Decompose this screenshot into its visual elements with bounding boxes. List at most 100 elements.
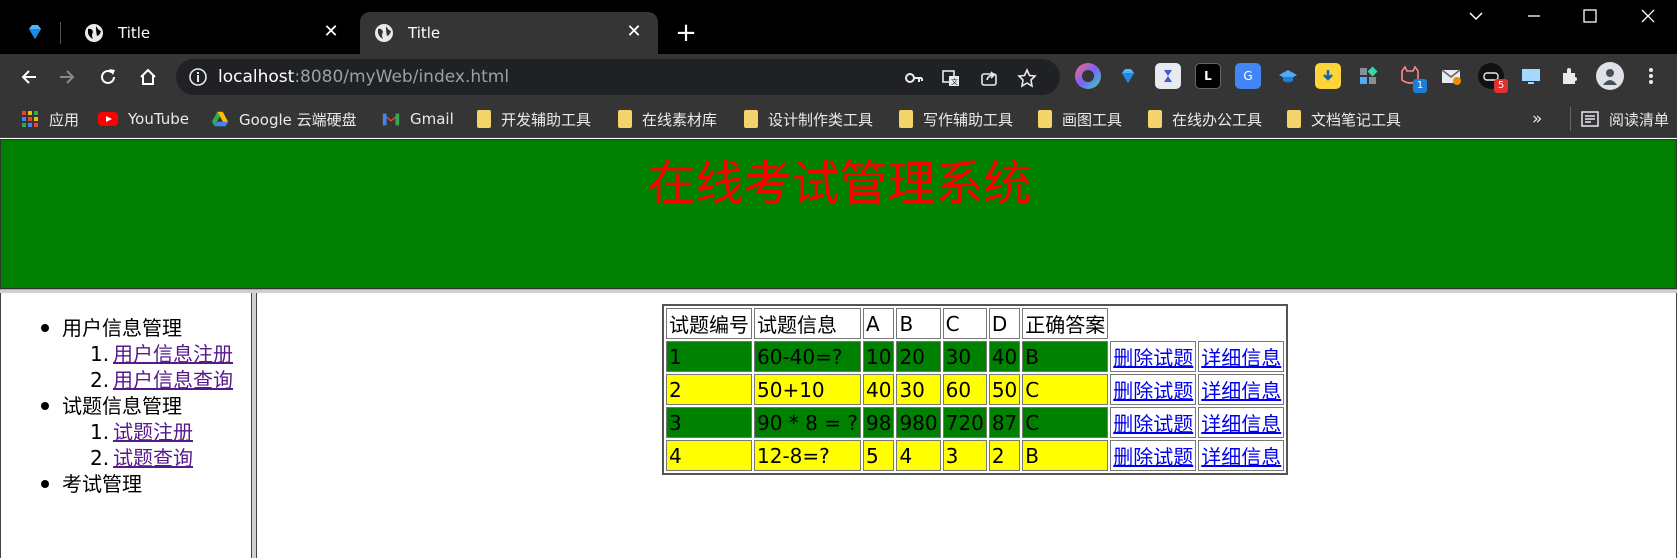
info-icon[interactable]: [188, 67, 208, 87]
user-query-link[interactable]: 用户信息查询: [113, 368, 233, 392]
reading-list-icon: [1581, 111, 1599, 127]
cell-info: 60-40=?: [754, 341, 861, 372]
l-extension-icon[interactable]: L: [1195, 63, 1221, 89]
color-ring-extension-icon[interactable]: [1075, 63, 1101, 89]
table-row: 4 12-8=? 5 4 3 2 B 删除试题 详细信息: [666, 440, 1285, 471]
cell-option-b: 30: [896, 374, 941, 405]
notification-badge: 1: [1413, 79, 1427, 93]
new-tab-button[interactable]: +: [672, 20, 700, 48]
cell-info: 50+10: [754, 374, 861, 405]
cell-option-d: 40: [988, 341, 1021, 372]
bookmark-apps[interactable]: 应用: [21, 107, 79, 131]
bookmark-folder-materials[interactable]: 在线素材库: [618, 107, 717, 131]
table-row: 3 90 * 8 = ? 98 980 720 87 C 删除试题 详细信息: [666, 407, 1285, 438]
cell-option-d: 87: [988, 407, 1021, 438]
bookmark-folder-writing[interactable]: 写作辅助工具: [899, 107, 1013, 131]
download-extension-icon[interactable]: [1315, 63, 1341, 89]
column-header: C: [942, 308, 987, 339]
cell-detail: 详细信息: [1198, 440, 1285, 471]
bookmark-gmail[interactable]: Gmail: [382, 107, 454, 131]
cat-extension-icon[interactable]: 1: [1397, 63, 1427, 93]
bookmark-google-drive[interactable]: Google 云端硬盘: [211, 107, 357, 131]
question-register-link[interactable]: 试题注册: [113, 420, 193, 444]
tab-search-chevron-icon[interactable]: [1456, 8, 1496, 32]
tab-title: Title: [118, 24, 151, 42]
list-number: 1.: [90, 342, 110, 366]
menu-item-user-register: 1. 用户信息注册: [41, 341, 233, 367]
delete-question-link[interactable]: 删除试题: [1113, 412, 1193, 436]
tab-title: Title: [408, 24, 441, 42]
google-translate-extension-icon[interactable]: G: [1235, 63, 1261, 89]
user-register-link[interactable]: 用户信息注册: [113, 342, 233, 366]
question-detail-link[interactable]: 详细信息: [1201, 346, 1281, 370]
delete-question-link[interactable]: 删除试题: [1113, 445, 1193, 469]
bookmark-star-icon[interactable]: [1016, 67, 1038, 89]
translate-icon[interactable]: 文: [940, 67, 962, 89]
table-row: 1 60-40=? 10 20 30 40 B 删除试题 详细信息: [666, 341, 1285, 372]
bookmarks-more-button[interactable]: »: [1532, 107, 1542, 131]
bookmark-label: 文档笔记工具: [1311, 110, 1402, 129]
back-button[interactable]: [14, 62, 44, 92]
close-tab-icon[interactable]: ✕: [624, 22, 644, 42]
forward-button[interactable]: [52, 62, 82, 92]
bookmark-folder-notes[interactable]: 文档笔记工具: [1287, 107, 1401, 131]
delete-question-link[interactable]: 删除试题: [1113, 379, 1193, 403]
blocks-extension-icon[interactable]: [1355, 63, 1381, 89]
profile-avatar[interactable]: [1596, 62, 1624, 90]
bookmark-youtube[interactable]: YouTube: [98, 107, 189, 131]
cell-answer: C: [1022, 374, 1109, 405]
delete-question-link[interactable]: 删除试题: [1113, 346, 1193, 370]
hourglass-extension-icon[interactable]: [1155, 63, 1181, 89]
close-window-button[interactable]: [1628, 8, 1668, 32]
puzzle-extensions-icon[interactable]: [1557, 63, 1583, 89]
cell-option-d: 2: [988, 440, 1021, 471]
key-icon[interactable]: [903, 67, 925, 89]
page-header-frame: 在线考试管理系统: [0, 139, 1677, 289]
cell-delete: 删除试题: [1110, 341, 1197, 372]
reading-list-button[interactable]: 阅读清单: [1570, 107, 1669, 131]
bookmark-folder-design[interactable]: 设计制作类工具: [744, 107, 873, 131]
left-menu-frame: 用户信息管理 1. 用户信息注册 2. 用户信息查询 试题信息管理 1. 试题注…: [0, 293, 252, 558]
pinned-tab[interactable]: [18, 20, 52, 44]
folder-icon: [1287, 110, 1301, 128]
list-number: 1.: [90, 420, 110, 444]
screen-extension-icon[interactable]: [1518, 63, 1544, 89]
graduation-cap-extension-icon[interactable]: [1275, 63, 1301, 89]
url-text[interactable]: localhost:8080/myWeb/index.html: [218, 67, 509, 87]
bookmark-label: 设计制作类工具: [768, 110, 874, 129]
mail-extension-icon[interactable]: [1438, 63, 1464, 89]
gem-extension-icon[interactable]: [1115, 63, 1141, 89]
minimize-button[interactable]: [1514, 8, 1554, 32]
share-icon[interactable]: [978, 67, 1000, 89]
gmail-icon: [382, 113, 400, 126]
question-detail-link[interactable]: 详细信息: [1201, 379, 1281, 403]
list-number: 2.: [90, 446, 110, 470]
question-detail-link[interactable]: 详细信息: [1201, 445, 1281, 469]
column-header: 试题编号: [666, 308, 752, 339]
address-bar[interactable]: localhost:8080/myWeb/index.html 文: [176, 59, 1060, 95]
tab-1[interactable]: Title ✕: [70, 12, 355, 54]
home-button[interactable]: [133, 62, 163, 92]
bookmark-label: 开发辅助工具: [501, 110, 592, 129]
cell-option-a: 40: [862, 374, 895, 405]
column-header: D: [988, 308, 1021, 339]
more-menu-icon[interactable]: [1638, 63, 1664, 89]
cell-option-a: 98: [862, 407, 895, 438]
reload-button[interactable]: [93, 62, 123, 92]
bookmark-folder-drawing[interactable]: 画图工具: [1038, 107, 1122, 131]
question-query-link[interactable]: 试题查询: [113, 446, 193, 470]
cell-option-a: 10: [862, 341, 895, 372]
folder-icon: [1148, 110, 1162, 128]
bookmark-folder-dev-tools[interactable]: 开发辅助工具: [477, 107, 591, 131]
bookmark-folder-office[interactable]: 在线办公工具: [1148, 107, 1262, 131]
column-header: A: [862, 308, 895, 339]
question-detail-link[interactable]: 详细信息: [1201, 412, 1281, 436]
bullet-icon: [41, 324, 49, 332]
tab-2-active[interactable]: Title ✕: [360, 12, 658, 54]
maximize-button[interactable]: [1570, 8, 1610, 32]
close-tab-icon[interactable]: ✕: [321, 22, 341, 42]
gamepad-extension-icon[interactable]: 5: [1478, 63, 1508, 93]
arrow-left-icon: [21, 70, 36, 84]
bookmark-label: Gmail: [410, 110, 454, 128]
cell-option-c: 720: [942, 407, 987, 438]
